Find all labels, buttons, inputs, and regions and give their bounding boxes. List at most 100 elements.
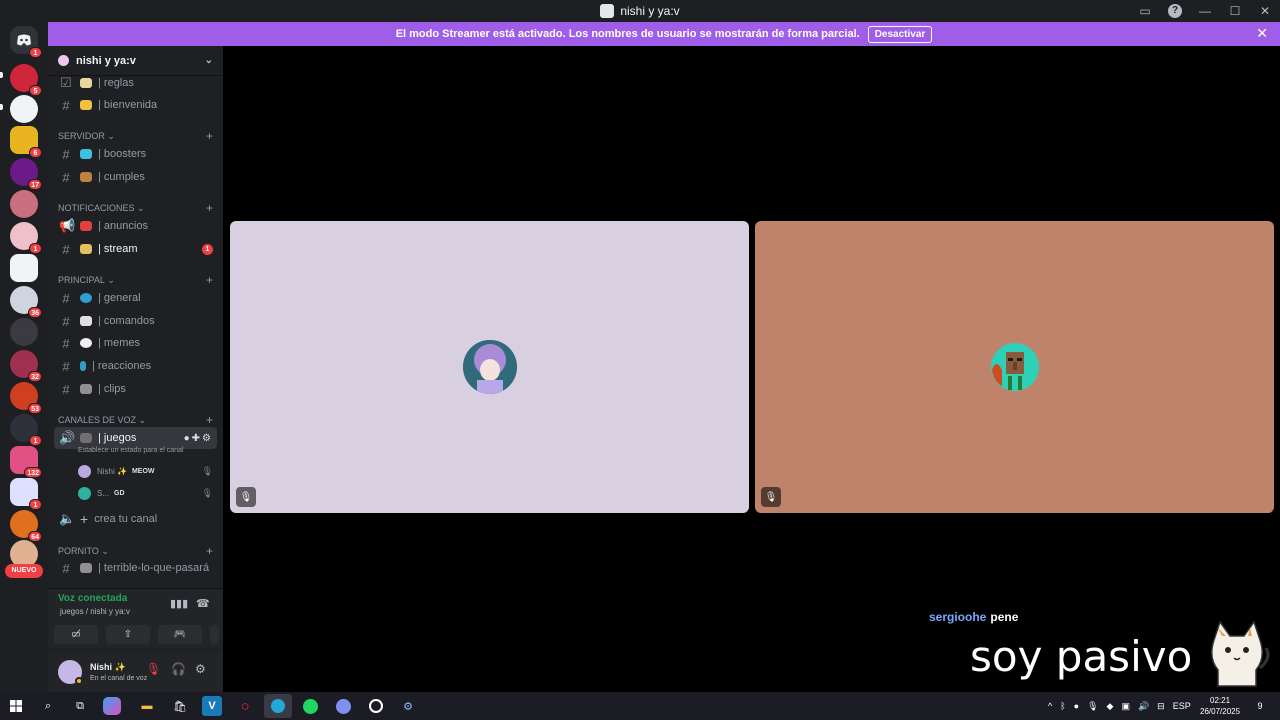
activities-button[interactable]: 🎮 bbox=[158, 625, 202, 644]
voice-user[interactable]: S... GD 🎙 bbox=[78, 484, 213, 502]
add-channel-icon[interactable]: + bbox=[206, 413, 213, 427]
copilot-icon[interactable] bbox=[103, 697, 121, 715]
channel-terrible[interactable]: # | terrible-lo-que-pasará bbox=[54, 558, 217, 578]
participant-tile[interactable]: 🎙 bbox=[230, 221, 749, 513]
mic-muted-icon[interactable]: 🎙 bbox=[146, 662, 161, 676]
create-channel[interactable]: 🔈 + crea tu canal bbox=[54, 509, 217, 529]
voice-user[interactable]: Nishi ✨ MEOW 🎙 bbox=[78, 462, 213, 480]
category-notificaciones[interactable]: NOTIFICACIONES ⌄ + bbox=[58, 201, 213, 215]
channel-label: | boosters bbox=[98, 148, 147, 160]
channel-reacciones[interactable]: # | reacciones bbox=[54, 356, 217, 376]
voice-status-hint[interactable]: Establece un estado para el canal bbox=[78, 447, 183, 454]
channel-label: | reacciones bbox=[92, 360, 152, 372]
user-panel: Nishi ✨ En el canal de voz 🎙 🎧 ⚙ bbox=[48, 652, 223, 692]
microphone-icon[interactable]: 🎙 bbox=[1087, 701, 1098, 712]
screen-share-button[interactable]: ⇧ bbox=[106, 625, 150, 644]
server-icon[interactable]: 1 bbox=[10, 222, 42, 254]
server-icon[interactable]: 132 bbox=[10, 446, 42, 478]
channel-anuncios[interactable]: 📢 | anuncios bbox=[54, 216, 217, 236]
disconnect-icon[interactable]: ☎ bbox=[196, 597, 210, 610]
network-icon[interactable]: ⊟ bbox=[1157, 701, 1165, 712]
help-icon[interactable]: ? bbox=[1168, 4, 1182, 18]
channel-comandos[interactable]: # | comandos bbox=[54, 311, 217, 331]
add-channel-icon[interactable]: + bbox=[206, 544, 213, 558]
vscode-icon[interactable]: V bbox=[202, 696, 222, 716]
obs-icon[interactable] bbox=[366, 696, 386, 716]
avatar[interactable] bbox=[58, 660, 83, 685]
user-name[interactable]: Nishi ✨ bbox=[90, 662, 147, 673]
add-channel-icon[interactable]: + bbox=[206, 273, 213, 287]
maximize-icon[interactable]: ☐ bbox=[1220, 4, 1250, 18]
bluetooth-icon[interactable]: ᛒ bbox=[1060, 701, 1065, 711]
server-icon[interactable]: 1 bbox=[10, 414, 42, 446]
server-icon[interactable]: 17 bbox=[10, 158, 42, 190]
anime-avatar-icon bbox=[462, 340, 517, 394]
server-icon[interactable]: 32 bbox=[10, 350, 42, 382]
voice-connected-label[interactable]: Voz conectada bbox=[58, 593, 127, 604]
edge-icon[interactable] bbox=[264, 694, 292, 718]
category-servidor[interactable]: SERVIDOR ⌄ + bbox=[58, 129, 213, 143]
tray-app-icon[interactable]: ◆ bbox=[1107, 701, 1114, 712]
settings-gear-icon[interactable]: ⚙ bbox=[195, 662, 206, 676]
start-windows-icon[interactable] bbox=[6, 696, 26, 716]
channel-label: crea tu canal bbox=[94, 513, 158, 525]
channel-memes[interactable]: # | memes bbox=[54, 333, 217, 353]
language-indicator[interactable]: ESP bbox=[1173, 701, 1191, 711]
close-window-icon[interactable]: ✕ bbox=[1250, 4, 1280, 18]
server-icon[interactable]: 53 bbox=[10, 382, 42, 414]
channel-clips[interactable]: # | clips bbox=[54, 379, 217, 399]
server-icon[interactable]: 64 bbox=[10, 510, 42, 542]
minimize-icon[interactable]: — bbox=[1190, 4, 1220, 18]
soundboard-button[interactable] bbox=[210, 625, 219, 644]
file-explorer-icon[interactable]: ▬ bbox=[137, 696, 157, 716]
add-channel-icon[interactable]: + bbox=[206, 201, 213, 215]
channel-stream[interactable]: # | stream 1 bbox=[54, 239, 217, 259]
category-principal[interactable]: PRINCIPAL ⌄ + bbox=[58, 273, 213, 287]
headphones-icon[interactable]: 🎧 bbox=[171, 662, 186, 676]
unread-badge: 5 bbox=[29, 85, 42, 96]
inbox-icon[interactable]: ▭ bbox=[1130, 4, 1160, 18]
noise-suppression-icon[interactable]: ▮▮▮ bbox=[170, 597, 188, 610]
unread-badge: 132 bbox=[24, 467, 42, 478]
server-icon[interactable] bbox=[10, 95, 38, 123]
volume-icon[interactable]: 🔊 bbox=[1138, 701, 1149, 712]
channel-reglas[interactable]: ☑ | reglas bbox=[54, 73, 217, 93]
unread-badge: 1 bbox=[202, 243, 213, 255]
server-icon[interactable]: 6 bbox=[10, 126, 42, 158]
deactivate-button[interactable]: Desactivar bbox=[867, 25, 933, 43]
add-channel-icon[interactable]: + bbox=[206, 129, 213, 143]
store-icon[interactable]: 🛍 bbox=[170, 696, 190, 716]
tray-app-icon[interactable]: ● bbox=[1074, 701, 1079, 711]
channel-general[interactable]: # | general bbox=[54, 288, 217, 308]
search-icon[interactable]: ⌕ bbox=[38, 696, 58, 716]
server-icon[interactable] bbox=[10, 254, 38, 282]
spotify-icon[interactable] bbox=[300, 696, 320, 716]
direct-messages-button[interactable]: 1 bbox=[10, 26, 42, 58]
hash-icon: # bbox=[62, 241, 70, 257]
voice-channel-juegos[interactable]: 🔊 | juegos ●✚⚙ bbox=[54, 427, 217, 449]
tray-app-icon[interactable]: ▣ bbox=[1121, 701, 1130, 712]
discord-taskbar-icon[interactable] bbox=[333, 696, 353, 716]
server-icon[interactable] bbox=[10, 190, 38, 218]
voice-connection-subtitle[interactable]: juegos / nishi y ya:v bbox=[60, 607, 130, 616]
camera-off-button[interactable]: ▭̸ bbox=[54, 625, 98, 644]
close-banner-icon[interactable]: ✕ bbox=[1256, 25, 1268, 42]
category-pornito[interactable]: PORNITO ⌄ + bbox=[58, 544, 213, 558]
server-header[interactable]: nishi y ya:v ⌄ bbox=[48, 46, 223, 76]
steam-icon[interactable]: ⚙ bbox=[398, 696, 418, 716]
server-icon[interactable]: 36 bbox=[10, 286, 42, 318]
server-icon[interactable]: 5 bbox=[10, 64, 42, 96]
clock[interactable]: 02:21 26/07/2025 bbox=[1200, 695, 1240, 717]
server-icon[interactable]: 1 bbox=[10, 478, 42, 510]
show-hidden-icons-icon[interactable]: ^ bbox=[1048, 701, 1052, 711]
participant-tile[interactable]: 🎙 bbox=[755, 221, 1274, 513]
channel-boosters[interactable]: # | boosters bbox=[54, 144, 217, 164]
opera-icon[interactable]: ○ bbox=[235, 696, 255, 716]
server-icon[interactable] bbox=[10, 318, 38, 346]
notification-center-icon[interactable]: 9 bbox=[1250, 696, 1270, 716]
category-canales-de-voz[interactable]: CANALES DE VOZ ⌄ + bbox=[58, 413, 213, 427]
task-view-icon[interactable]: ⧉ bbox=[70, 696, 90, 716]
voice-channel-actions[interactable]: ●✚⚙ bbox=[184, 433, 213, 444]
channel-bienvenida[interactable]: # | bienvenida bbox=[54, 95, 217, 115]
channel-cumples[interactable]: # | cumples bbox=[54, 167, 217, 187]
